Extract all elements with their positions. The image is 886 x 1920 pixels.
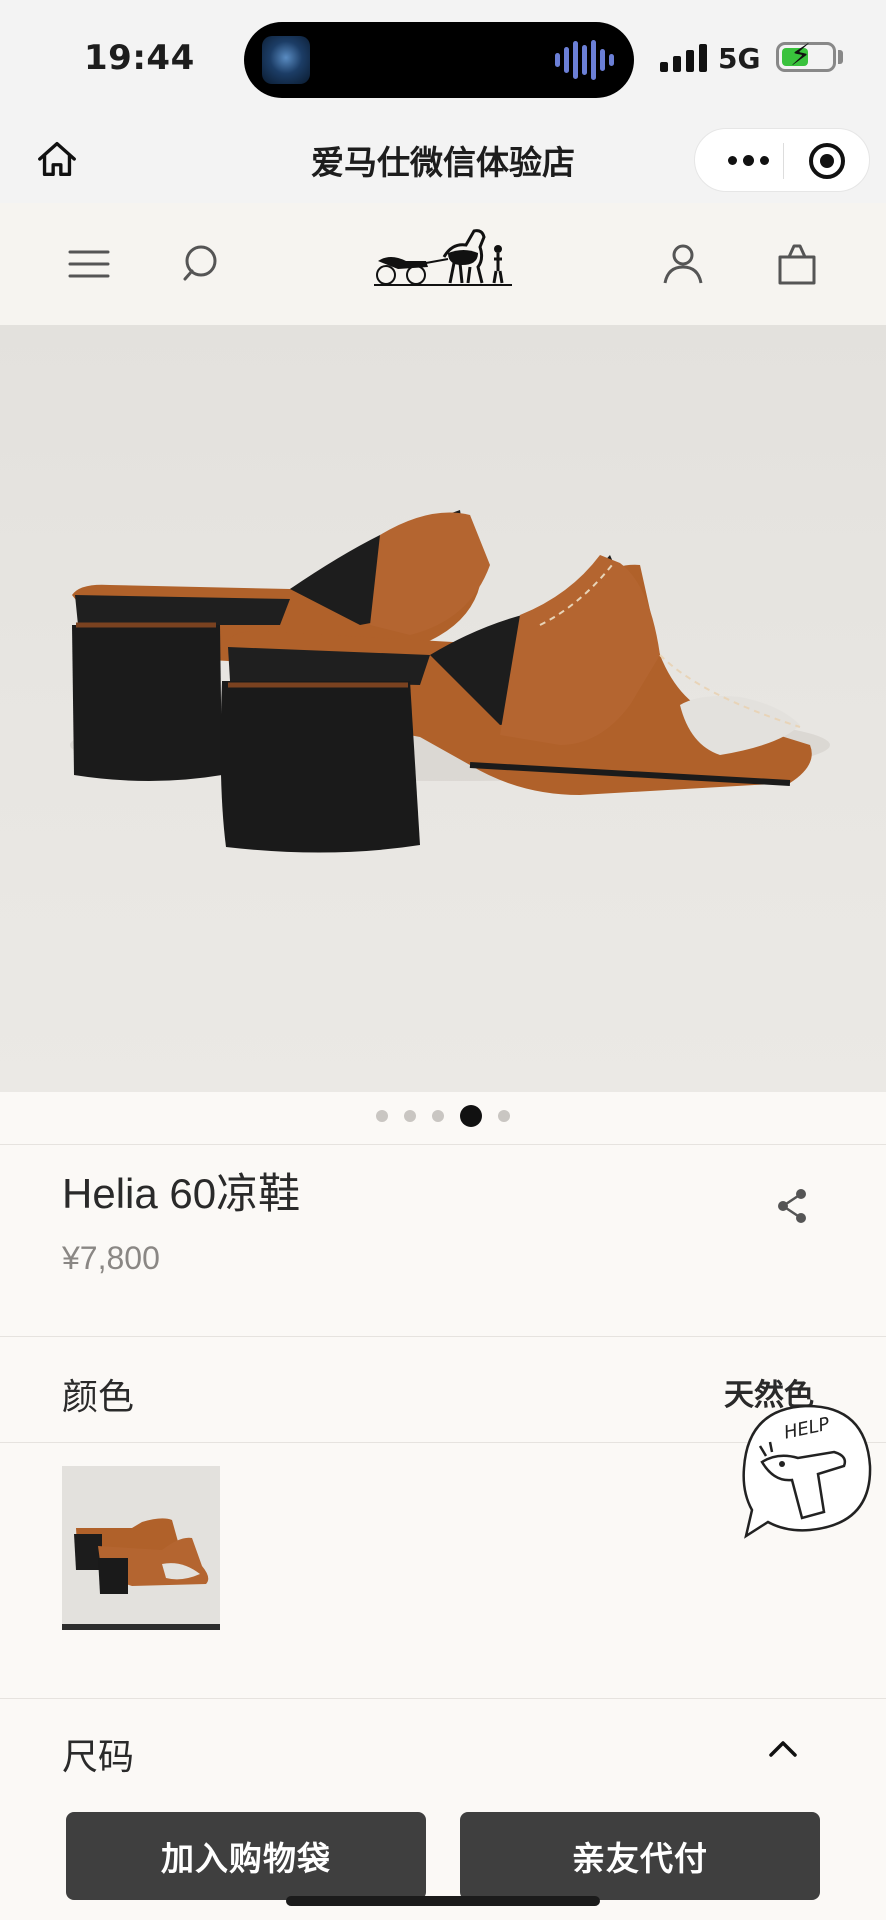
size-label: 尺码 [62,1737,135,1778]
more-dots-icon[interactable] [717,129,779,191]
carousel-dot[interactable] [498,1110,510,1122]
product-price: ¥7,800 [62,1240,160,1276]
product-image[interactable] [0,325,886,1092]
carousel-dot[interactable] [376,1110,388,1122]
divider [0,1336,886,1337]
menu-icon[interactable] [64,239,114,289]
share-icon[interactable] [774,1186,810,1226]
battery-cap [838,50,843,64]
add-to-bag-button[interactable]: 加入购物袋 [66,1812,426,1900]
carousel-dot-active[interactable] [460,1105,482,1127]
image-carousel-indicator [0,1105,886,1127]
color-label: 颜色 [62,1377,135,1418]
swatch-thumbnail [74,1518,209,1594]
hermes-logo[interactable] [370,223,516,303]
network-type: 5G [718,42,761,75]
dynamic-island[interactable] [244,22,634,98]
selected-swatch-underline [62,1624,220,1630]
search-icon[interactable] [178,239,228,289]
status-bar: 19:44 5G ⚡ [0,0,886,118]
capsule-menu [694,128,870,192]
now-playing-thumbnail [262,36,310,84]
color-swatch-natural[interactable] [62,1466,220,1630]
charging-bolt-icon: ⚡ [790,38,812,73]
mini-program-nav: 爱马仕微信体验店 [0,118,886,203]
product-name: Helia 60凉鞋 [62,1170,301,1217]
account-icon[interactable] [658,239,708,289]
close-miniprogram-icon[interactable] [809,143,845,179]
status-time: 19:44 [84,38,195,78]
carousel-dot[interactable] [404,1110,416,1122]
shopping-bag-icon[interactable] [772,239,822,289]
friend-pay-button[interactable]: 亲友代付 [460,1812,820,1900]
chevron-up-icon[interactable] [768,1738,798,1758]
capsule-divider [783,143,784,179]
help-chat-icon[interactable]: HELP [738,1400,876,1542]
divider [0,1144,886,1145]
audio-wave-icon [555,38,614,82]
home-indicator[interactable] [286,1896,600,1906]
carousel-dot[interactable] [432,1110,444,1122]
divider [0,1698,886,1699]
sandal-illustration [70,510,830,853]
site-header [0,203,886,325]
cellular-signal-icon [660,44,707,72]
